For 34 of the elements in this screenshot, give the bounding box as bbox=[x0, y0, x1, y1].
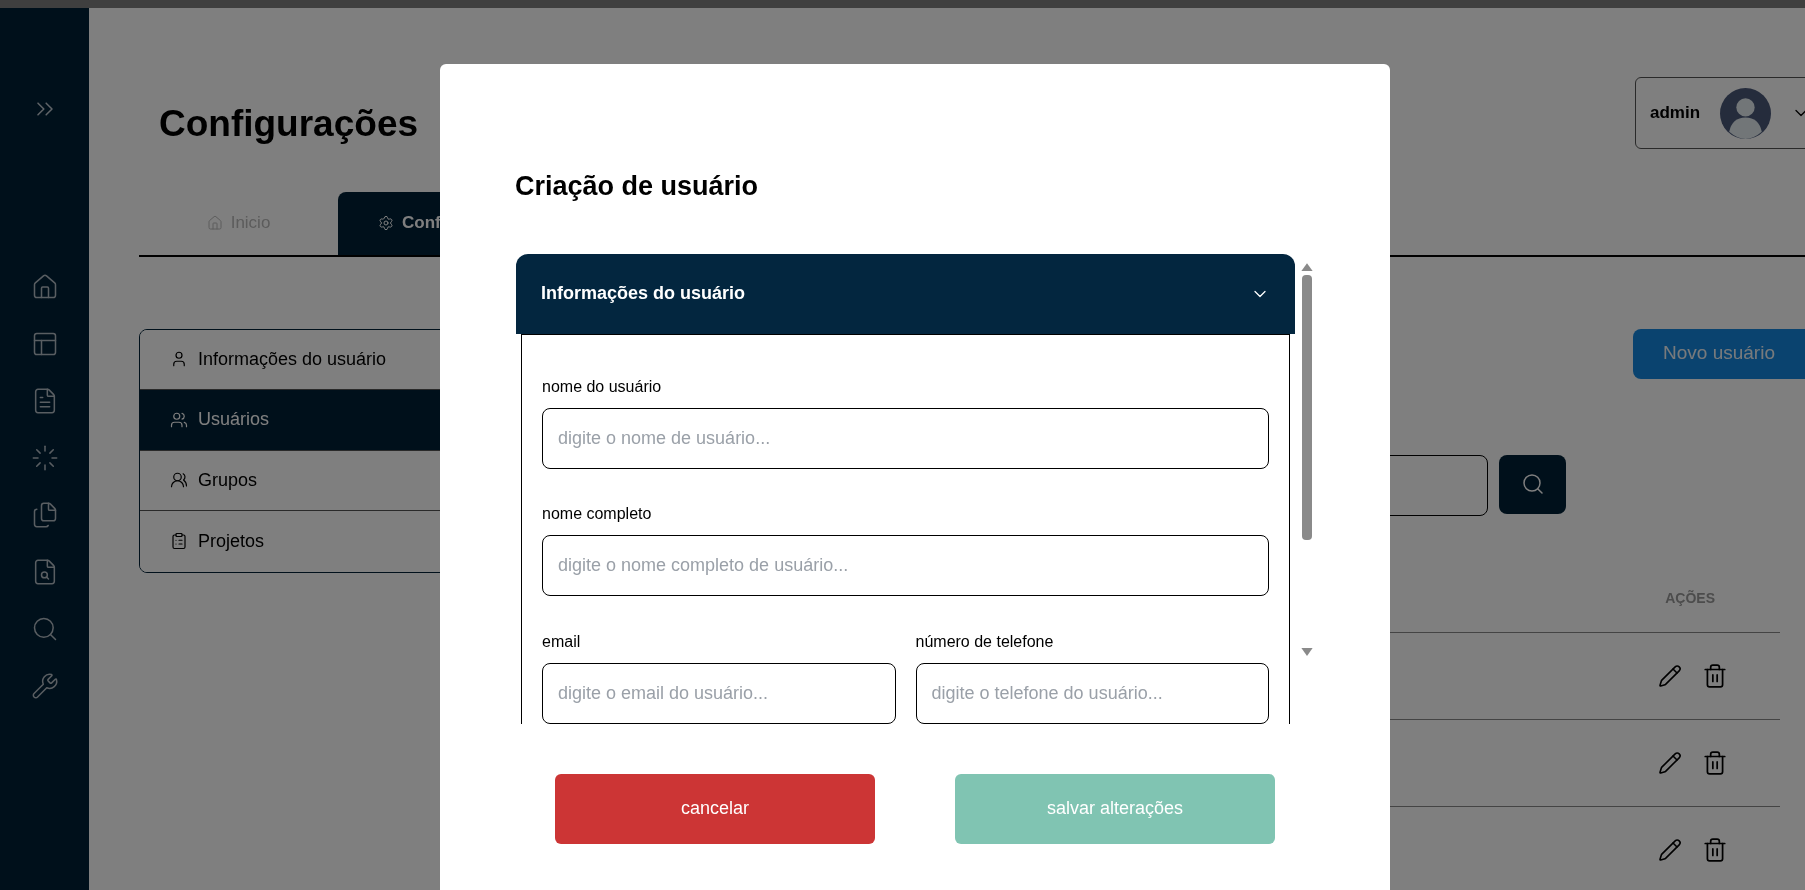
trash-icon[interactable] bbox=[1702, 749, 1728, 776]
scroll-down-icon[interactable] bbox=[1300, 647, 1313, 657]
edit-icon[interactable] bbox=[1658, 837, 1682, 862]
projects-icon bbox=[170, 532, 188, 551]
input-field[interactable]: digite o telefone do usuário... bbox=[915, 662, 1269, 724]
trash-icon[interactable] bbox=[1702, 662, 1728, 689]
avatar-icon bbox=[1720, 87, 1772, 139]
page-title: Configurações bbox=[159, 102, 419, 146]
gear-icon bbox=[378, 215, 394, 231]
wrench-icon[interactable] bbox=[30, 672, 59, 700]
scrollbar[interactable] bbox=[1299, 261, 1314, 657]
search-button[interactable] bbox=[1499, 454, 1566, 514]
edit-icon[interactable] bbox=[1658, 750, 1682, 775]
field-label: nome do usuário bbox=[542, 376, 663, 397]
field-label: email bbox=[542, 631, 582, 652]
scrollbar-thumb[interactable] bbox=[1301, 274, 1312, 540]
groups-icon bbox=[170, 471, 188, 490]
cancel-button[interactable]: cancelar bbox=[555, 773, 875, 844]
search-icon bbox=[1520, 472, 1545, 496]
home-icon bbox=[206, 215, 223, 231]
input-field[interactable]: digite o email do usuário... bbox=[542, 662, 896, 724]
scroll-up-icon[interactable] bbox=[1300, 261, 1313, 271]
loader-icon[interactable] bbox=[30, 444, 59, 472]
user-menu[interactable]: admin bbox=[1635, 77, 1805, 149]
trash-icon[interactable] bbox=[1702, 836, 1728, 863]
field-label: número de telefone bbox=[915, 631, 1055, 652]
input-field[interactable]: digite o nome de usuário... bbox=[542, 407, 1269, 469]
users-icon bbox=[170, 410, 188, 429]
field-label: nome completo bbox=[542, 504, 653, 524]
user-icon bbox=[170, 350, 188, 369]
input-field[interactable]: digite o nome completo de usuário... bbox=[542, 535, 1269, 596]
user-name: admin bbox=[1650, 102, 1701, 125]
edit-icon[interactable] bbox=[1658, 663, 1682, 688]
section-header[interactable]: Informações do usuário bbox=[516, 253, 1295, 334]
